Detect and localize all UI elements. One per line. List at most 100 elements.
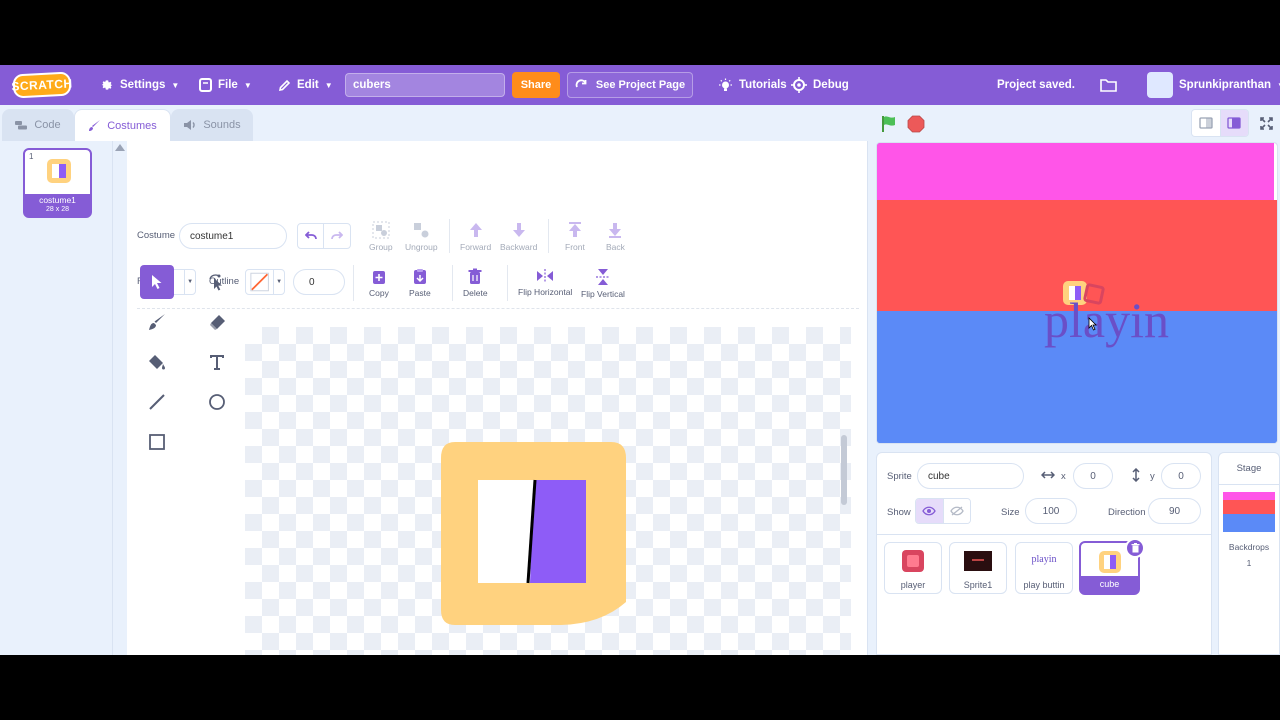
scratch-editor: SCRATCH Settings ▼ File ▼ Edit ▼ cubers … [0,65,1280,655]
sprite1-thumbnail [964,551,992,571]
reshape-tool[interactable] [200,265,234,299]
share-button[interactable]: Share [512,72,560,98]
eraser-tool[interactable] [200,305,234,339]
delete-sprite-button[interactable] [1125,538,1145,558]
fullscreen-icon [1259,116,1273,130]
fullscreen-button[interactable] [1252,109,1280,137]
debug-button[interactable]: Debug [791,65,849,105]
sprite-tile-sprite1[interactable]: Sprite1 [949,542,1007,594]
divider [452,265,453,301]
ungroup-label: Ungroup [405,242,438,252]
tutorials-label: Tutorials [739,79,787,91]
ungroup-button[interactable]: Ungroup [405,221,438,252]
paint-canvas[interactable] [245,327,851,655]
sprite-label: Sprite [887,471,912,482]
size-input[interactable]: 100 [1025,498,1077,524]
small-stage-button[interactable] [1192,110,1220,136]
tutorials-button[interactable]: Tutorials [718,65,787,105]
delete-label: Delete [463,288,488,298]
rectangle-icon [149,434,165,450]
scratch-logo[interactable]: SCRATCH [11,71,73,99]
brush-icon [149,314,165,330]
sprite-tile-player[interactable]: player [884,542,942,594]
brush-tool[interactable] [140,305,174,339]
undo-button[interactable] [298,224,325,248]
trash-icon [1131,543,1139,553]
toolbar-separator [137,308,859,309]
folder-icon [1100,79,1117,92]
costume-name-input[interactable]: costume1 [179,223,287,249]
project-title-input[interactable]: cubers [345,73,505,97]
green-flag-button[interactable] [880,115,898,133]
text-tool[interactable] [200,345,234,379]
tab-sounds[interactable]: Sounds [171,109,253,141]
back-button[interactable]: Back [606,221,625,252]
arrow-up-icon [469,223,482,237]
flip-vertical-label: Flip Vertical [581,289,625,299]
delete-button[interactable]: Delete [463,268,488,298]
costume-size: 28 x 28 [46,206,69,213]
tab-costumes[interactable]: Costumes [74,109,171,141]
speaker-icon [184,120,196,130]
x-input[interactable]: 0 [1073,463,1113,489]
stage-selector-panel[interactable]: Stage Backdrops 1 [1218,452,1280,655]
play-buttin-thumbnail-text: playin [1031,554,1057,565]
sprite-name: Sprite1 [963,580,993,590]
stage-size-toggle [1191,109,1249,137]
stage-canvas[interactable]: playin [876,142,1278,444]
copy-button[interactable]: Copy [369,268,389,298]
circle-tool[interactable] [200,385,234,419]
forward-label: Forward [460,242,492,252]
divider [449,219,450,253]
y-input[interactable]: 0 [1161,463,1201,489]
tab-code-label: Code [34,119,61,131]
front-button[interactable]: Front [565,221,585,252]
settings-menu[interactable]: Settings ▼ [100,65,179,105]
flip-horizontal-button[interactable]: Flip Horizontal [518,268,572,297]
outline-color-picker[interactable]: ▼ [245,269,285,295]
stage-text-playin: playin [1044,292,1169,348]
line-tool[interactable] [140,385,174,419]
stop-button[interactable] [907,115,925,133]
file-menu[interactable]: File ▼ [199,65,252,105]
large-stage-icon [1227,117,1242,129]
show-label: Show [887,507,911,518]
see-project-page-label: See Project Page [595,79,686,91]
direction-input[interactable]: 90 [1148,498,1201,524]
menu-bar: SCRATCH Settings ▼ File ▼ Edit ▼ cubers … [0,65,1280,105]
account-menu[interactable]: Sprunkipranthan ▼ [1147,65,1280,105]
group-button[interactable]: Group [369,221,393,252]
front-label: Front [565,242,585,252]
vertical-arrows-icon [1132,468,1140,482]
costume-name-label: Costume [137,230,176,241]
canvas-scrollbar[interactable] [841,435,847,505]
select-tool[interactable] [140,265,174,299]
outline-width-input[interactable]: 0 [293,269,345,295]
forward-button[interactable]: Forward [460,221,491,252]
my-stuff-button[interactable] [1100,65,1117,105]
show-button[interactable] [916,499,943,523]
fill-tool[interactable] [140,345,174,379]
copy-icon [372,271,385,284]
sprite-tile-play-buttin[interactable]: playin play buttin [1015,542,1073,594]
redo-button[interactable] [324,224,350,248]
tab-code[interactable]: Code [2,109,74,141]
costume-thumbnail[interactable]: 1 costume1 28 x 28 [23,148,92,218]
backward-button[interactable]: Backward [500,221,537,252]
lightbulb-icon [719,78,732,91]
costume-list-scrollbar[interactable] [113,141,127,655]
paste-button[interactable]: Paste [409,268,431,298]
stop-icon [907,115,925,133]
flip-vertical-button[interactable]: Flip Vertical [581,268,625,299]
sprite-name-input[interactable]: cube [917,463,1024,489]
large-stage-button[interactable] [1219,110,1248,136]
hide-button[interactable] [942,499,970,523]
settings-label: Settings [120,79,166,91]
edit-menu[interactable]: Edit ▼ [278,65,333,105]
player-thumbnail [902,550,924,572]
rectangle-tool[interactable] [140,425,174,459]
scroll-up-icon[interactable] [115,144,125,151]
stage-right-edge [1274,143,1277,200]
see-project-page-button[interactable]: See Project Page [567,72,693,98]
backward-label: Backward [500,242,538,252]
